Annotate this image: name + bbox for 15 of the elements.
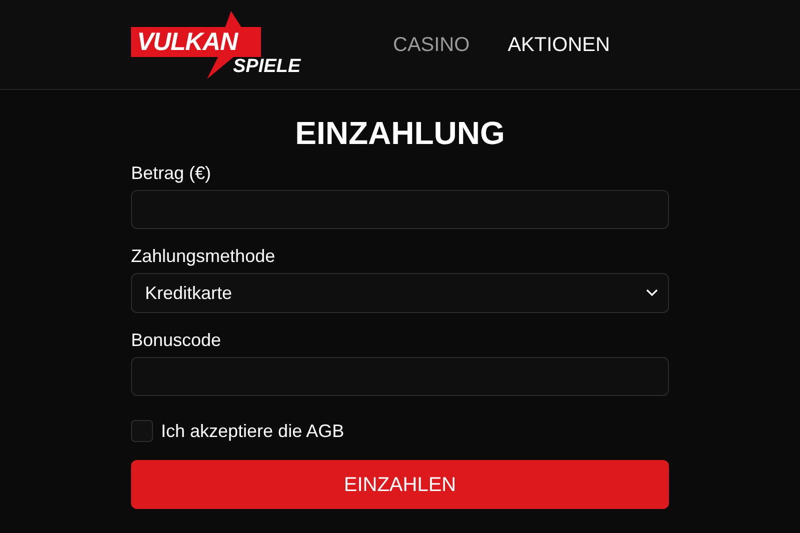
input-field[interactable] (131, 357, 669, 396)
logo-wordmark: VULKAN (137, 28, 238, 56)
nav-link[interactable]: AKTIONEN (508, 30, 610, 60)
payment-method-select[interactable]: Kreditkarte (131, 273, 669, 313)
input-field[interactable] (131, 190, 669, 229)
nav-link[interactable]: CASINO (393, 30, 470, 60)
page-title: EINZAHLUNG (294, 114, 506, 152)
field-label: Betrag (€) (131, 162, 212, 184)
deposit-button[interactable]: EINZAHLEN (131, 460, 669, 509)
field-label: Bonuscode (131, 329, 222, 351)
terms-label: Ich akzeptiere die AGB (161, 420, 344, 442)
terms-checkbox[interactable] (131, 420, 153, 442)
field-label: Zahlungsmethode (131, 245, 276, 267)
chevron-down-icon (646, 289, 658, 297)
logo-subtitle: SPIELE (233, 56, 301, 78)
